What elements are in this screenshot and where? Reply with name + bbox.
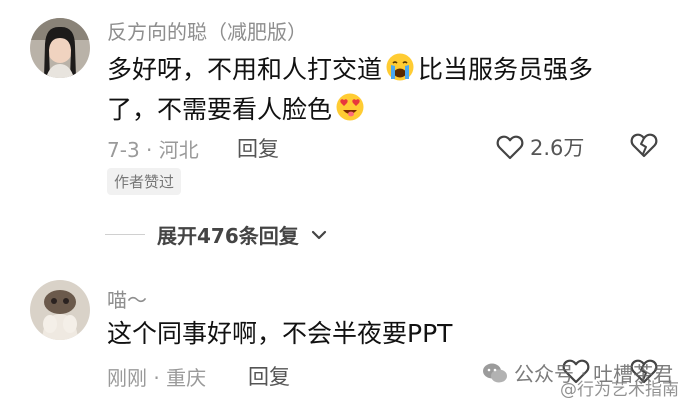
username[interactable]: 反方向的聪（减肥版） — [107, 16, 307, 45]
comment-1: 反方向的聪（减肥版） 多好呀，不用和人打交道 比当服务员强多 了，不需要看人脸色… — [0, 0, 690, 200]
dislike-button[interactable] — [630, 132, 658, 162]
author-liked-badge: 作者赞过 — [107, 168, 182, 195]
crying-face-icon — [386, 53, 414, 81]
expand-replies-label: 展开476条回复 — [157, 224, 299, 248]
avatar-photo-icon — [30, 18, 90, 78]
reply-button[interactable]: 回复 — [248, 361, 290, 391]
chevron-down-icon — [311, 230, 326, 239]
reply-button[interactable]: 回复 — [237, 133, 279, 163]
heart-icon — [496, 135, 524, 160]
expand-replies-button[interactable]: 展开476条回复 — [105, 220, 327, 249]
comment-text-part: 了，不需要看人脸色 — [107, 95, 333, 124]
avatar[interactable] — [30, 18, 90, 78]
comment-text: 多好呀，不用和人打交道 比当服务员强多 了，不需要看人脸色 — [107, 50, 593, 130]
comment-text-part: 多好呀，不用和人打交道 — [107, 55, 383, 84]
divider-line — [105, 233, 145, 236]
like-button[interactable]: 2.6万 — [496, 132, 584, 162]
username[interactable]: 喵～ — [107, 284, 147, 313]
comment-text-part: 比当服务员强多 — [418, 55, 594, 84]
comment-meta: 7-3 · 河北 — [107, 138, 199, 162]
wechat-icon — [483, 363, 507, 382]
broken-heart-icon — [630, 133, 658, 158]
comment-meta: 刚刚 · 重庆 — [107, 366, 207, 390]
heart-eyes-icon — [336, 93, 364, 121]
comment-text: 这个同事好啊，不会半夜要PPT — [107, 319, 453, 348]
cat-avatar-icon — [30, 280, 90, 340]
avatar[interactable] — [30, 280, 90, 340]
watermark-handle: @行为艺术指南 — [560, 380, 679, 400]
like-count: 2.6万 — [530, 136, 585, 160]
